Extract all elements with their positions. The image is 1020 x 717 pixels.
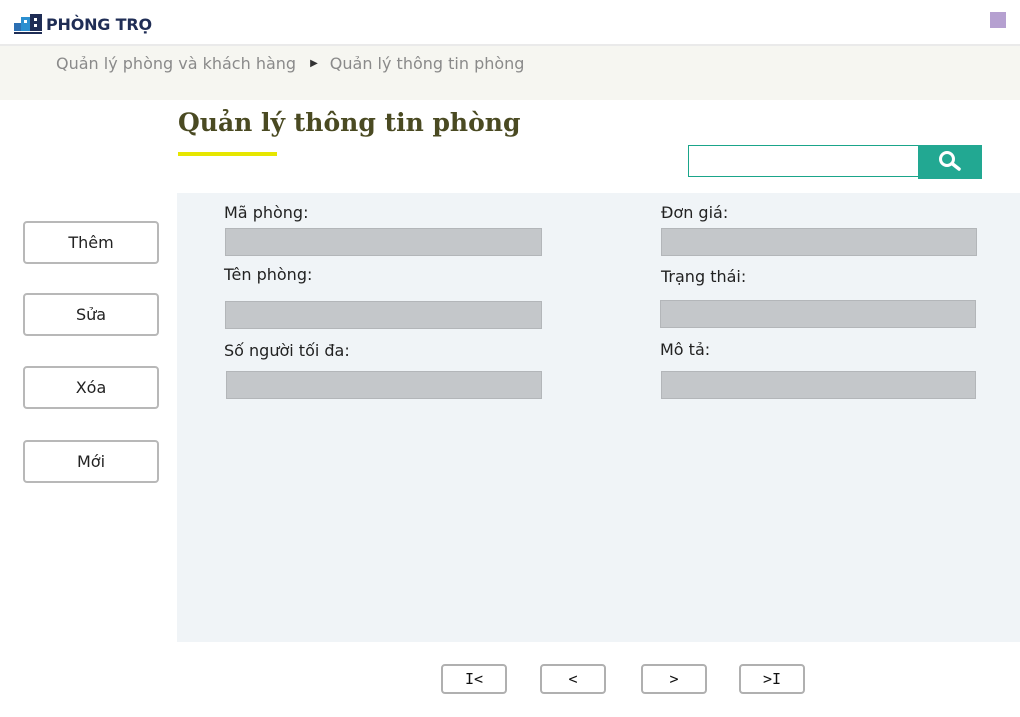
room-form-panel [177, 193, 1020, 642]
status-field[interactable] [660, 300, 976, 328]
description-field[interactable] [661, 371, 976, 399]
user-menu-icon[interactable] [990, 12, 1006, 28]
breadcrumb-item-room-customer[interactable]: Quản lý phòng và khách hàng [56, 54, 296, 73]
title-underline [178, 152, 277, 156]
new-button[interactable]: Mới [23, 440, 159, 483]
app-logo-text: PHÒNG TRỌ [46, 14, 152, 34]
status-label: Trạng thái: [661, 267, 747, 286]
top-bar: PHÒNG TRỌ [0, 0, 1020, 44]
previous-page-button[interactable]: < [540, 664, 606, 694]
room-name-label: Tên phòng: [224, 265, 313, 284]
app-logo[interactable]: PHÒNG TRỌ [14, 12, 152, 36]
last-page-button[interactable]: >I [739, 664, 805, 694]
room-code-field[interactable] [225, 228, 542, 256]
max-people-field[interactable] [226, 371, 542, 399]
edit-button[interactable]: Sửa [23, 293, 159, 336]
search-button[interactable] [918, 145, 982, 179]
triangle-right-icon: ▶ [310, 58, 318, 69]
breadcrumb-item-room-info: Quản lý thông tin phòng [329, 54, 525, 73]
add-button[interactable]: Thêm [23, 221, 159, 264]
page-title: Quản lý thông tin phòng [178, 108, 521, 137]
building-icon [14, 13, 44, 35]
unit-price-field[interactable] [661, 228, 977, 256]
first-page-button[interactable]: I< [441, 664, 507, 694]
room-code-label: Mã phòng: [224, 203, 309, 222]
search-icon [937, 150, 963, 175]
breadcrumb: Quản lý phòng và khách hàng ▶ Quản lý th… [56, 54, 524, 73]
room-name-field[interactable] [225, 301, 542, 329]
search-input[interactable] [688, 145, 918, 177]
delete-button[interactable]: Xóa [23, 366, 159, 409]
description-label: Mô tả: [660, 340, 711, 359]
next-page-button[interactable]: > [641, 664, 707, 694]
max-people-label: Số người tối đa: [224, 341, 350, 360]
unit-price-label: Đơn giá: [661, 203, 729, 222]
